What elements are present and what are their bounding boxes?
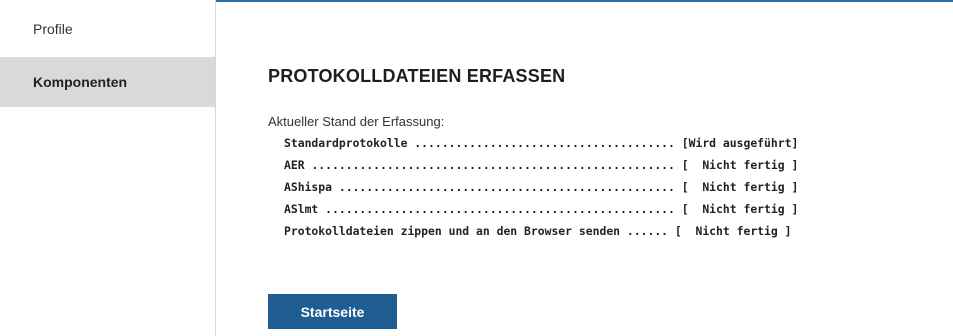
header-divider (216, 0, 953, 2)
status-line: Standardprotokolle .....................… (284, 136, 799, 150)
start-page-button[interactable]: Startseite (268, 294, 397, 329)
page-title: PROTOKOLLDATEIEN ERFASSEN (268, 66, 566, 86)
status-caption: Aktueller Stand der Erfassung: (268, 114, 445, 129)
status-line: AER ....................................… (284, 158, 799, 172)
status-line: AShispa ................................… (284, 180, 799, 194)
sidebar-item-label: Profile (33, 20, 73, 37)
sidebar-item-label: Komponenten (33, 74, 128, 90)
status-line: ASlmt ..................................… (284, 202, 799, 216)
status-list: Standardprotokolle .....................… (284, 132, 798, 242)
status-line: Protokolldateien zippen und an den Brows… (284, 224, 792, 238)
sidebar-item-komponenten[interactable]: Komponenten (0, 57, 215, 107)
sidebar: Profile Komponenten (0, 0, 216, 336)
sidebar-item-profile[interactable]: Profile (0, 0, 215, 57)
